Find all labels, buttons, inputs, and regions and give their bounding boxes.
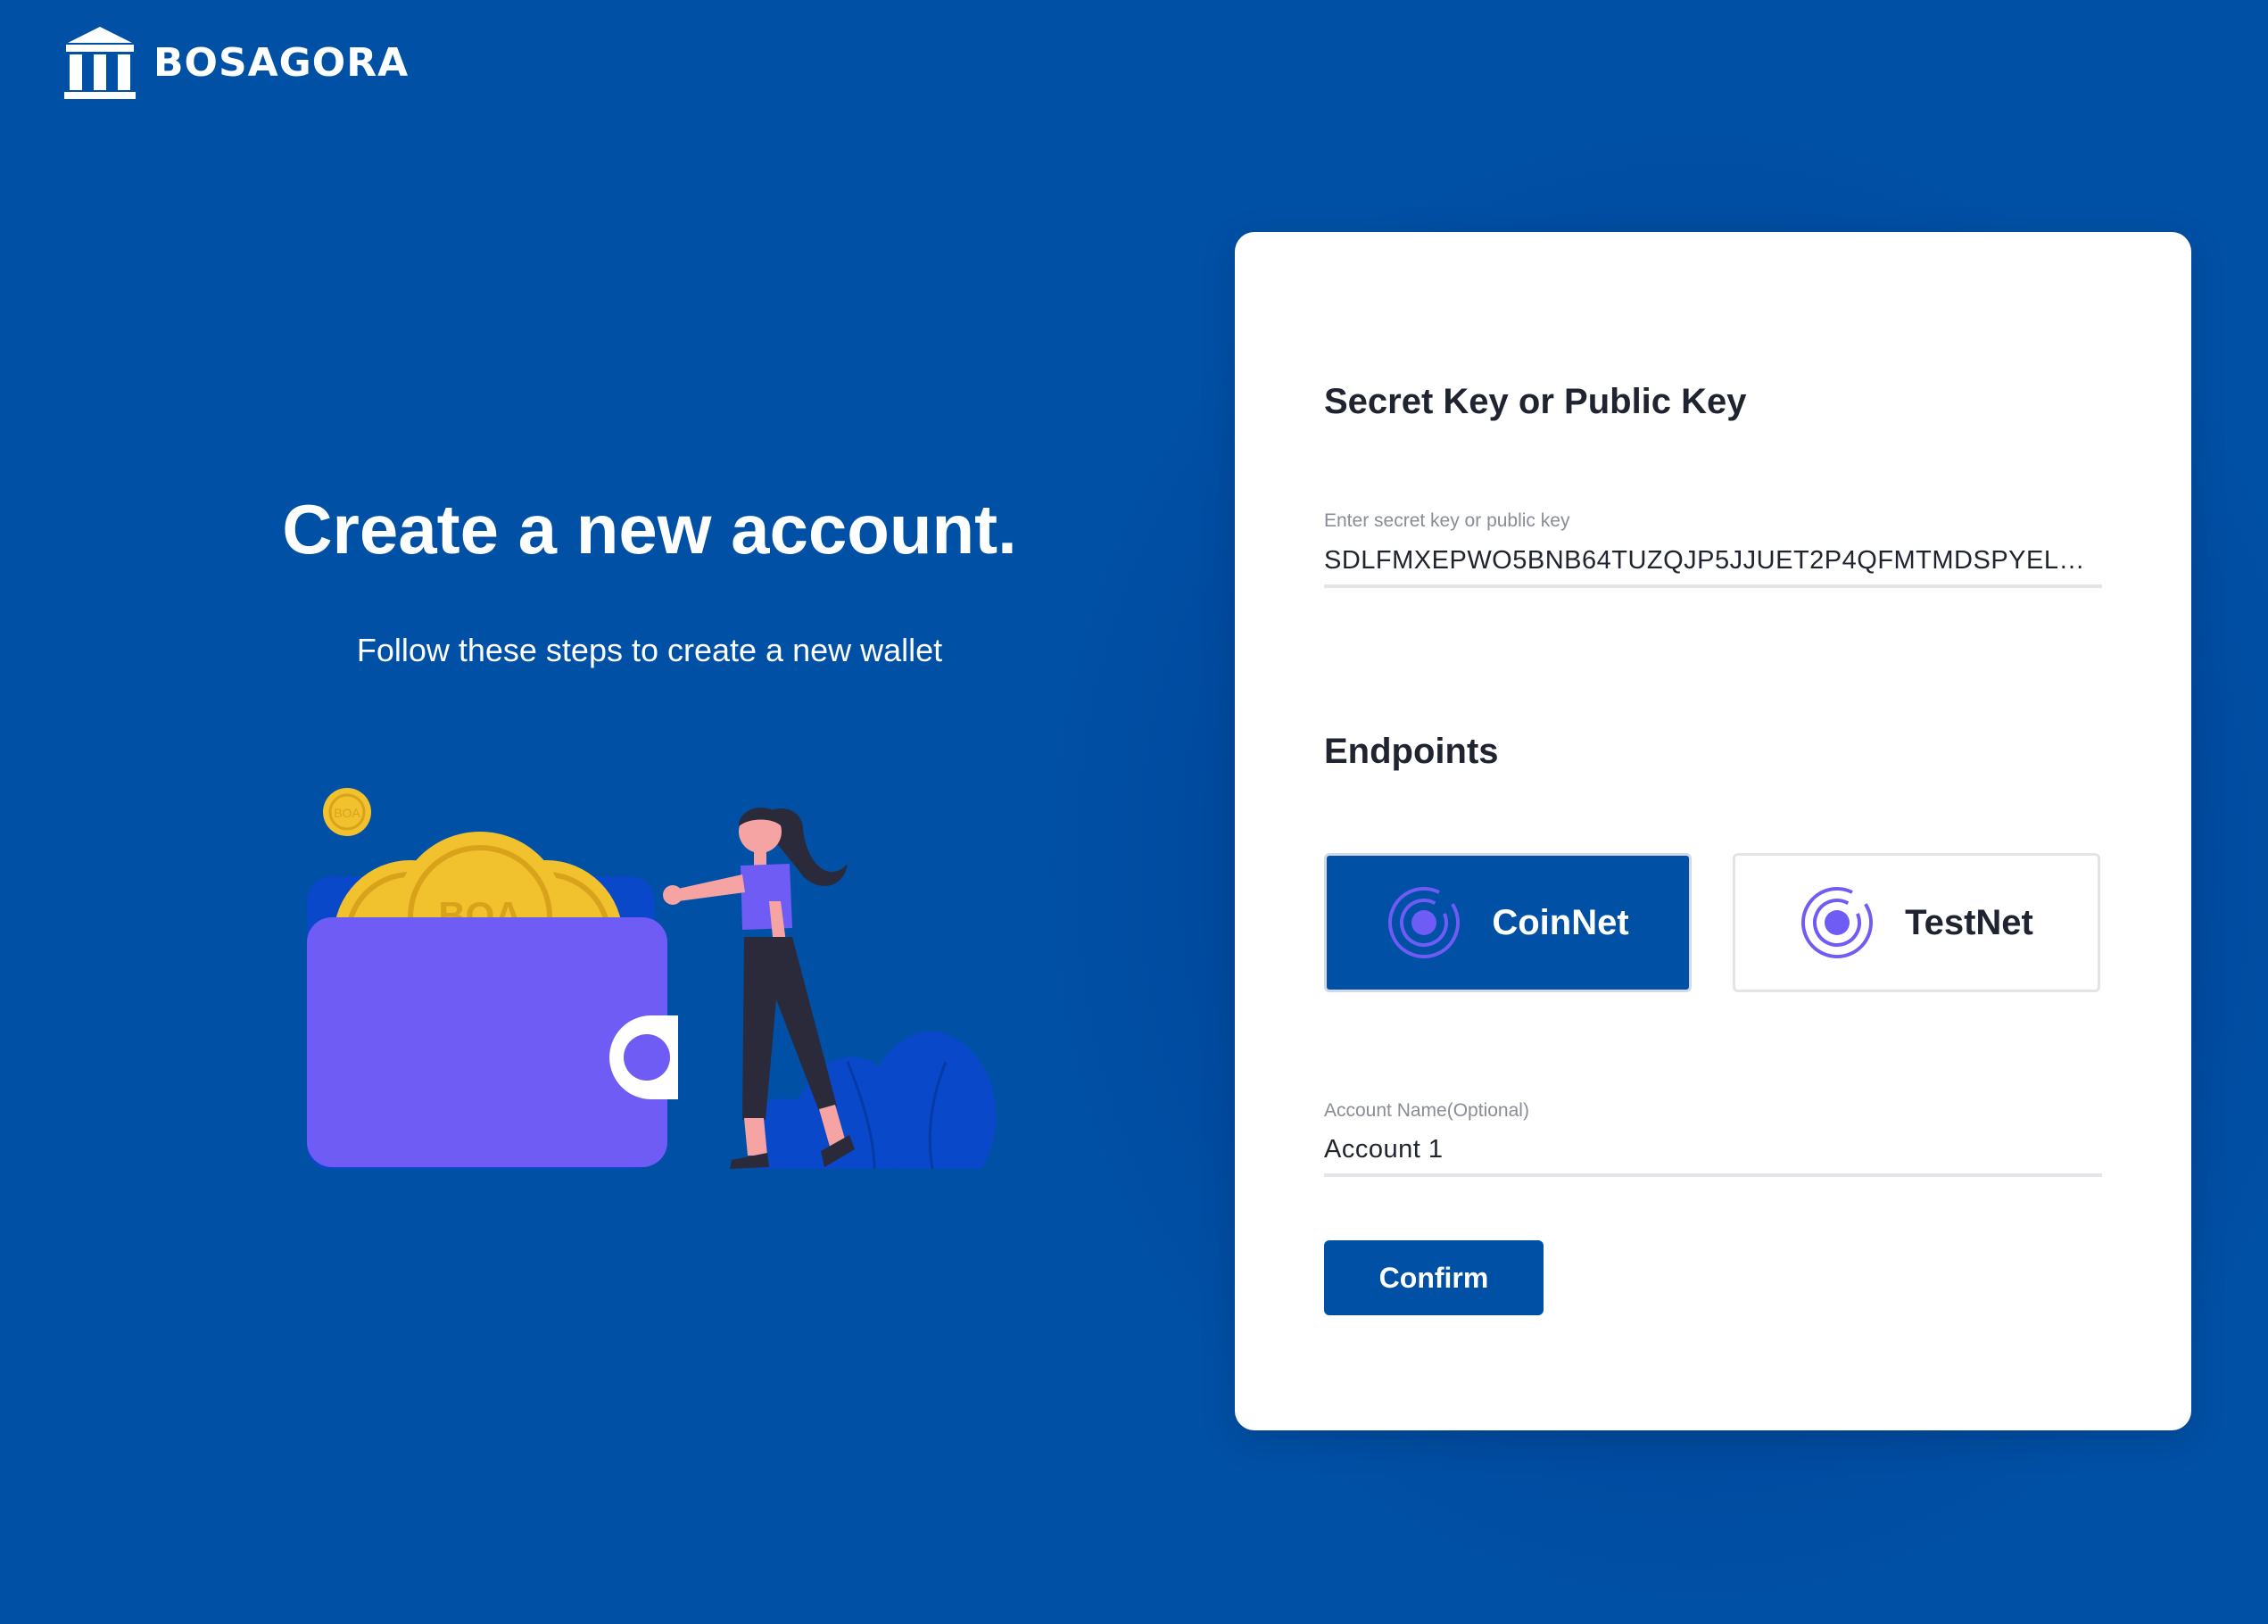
small-coin-icon: BOA	[323, 788, 371, 836]
account-name-input[interactable]	[1324, 1135, 2102, 1177]
woman-figure	[663, 807, 855, 1169]
key-input[interactable]	[1324, 546, 2102, 588]
endpoint-testnet-label: TestNet	[1905, 902, 2033, 942]
create-account-card: Secret Key or Public Key Enter secret ke…	[1235, 232, 2191, 1430]
account-name-label: Account Name(Optional)	[1324, 1100, 1529, 1121]
signal-icon	[1388, 887, 1461, 958]
signal-icon	[1801, 887, 1874, 958]
page-title: Create a new account.	[282, 490, 1017, 568]
brand-logo[interactable]: BOSAGORA	[62, 25, 409, 100]
small-coin-label: BOA	[334, 806, 360, 820]
wallet-illustration: BOA BOA	[307, 788, 997, 1169]
endpoint-coinnet-button[interactable]: CoinNet	[1324, 853, 1692, 992]
endpoint-coinnet-label: CoinNet	[1492, 902, 1629, 942]
endpoint-testnet-button[interactable]: TestNet	[1733, 853, 2100, 992]
confirm-button[interactable]: Confirm	[1324, 1240, 1544, 1315]
bank-building-icon	[64, 27, 136, 99]
brand-name: BOSAGORA	[153, 39, 410, 86]
endpoints-title: Endpoints	[1324, 732, 1499, 771]
key-section-title: Secret Key or Public Key	[1324, 382, 1747, 421]
plant-decoration	[745, 1031, 997, 1169]
page-subtitle: Follow these steps to create a new walle…	[356, 632, 943, 668]
key-field-label: Enter secret key or public key	[1324, 510, 1570, 531]
